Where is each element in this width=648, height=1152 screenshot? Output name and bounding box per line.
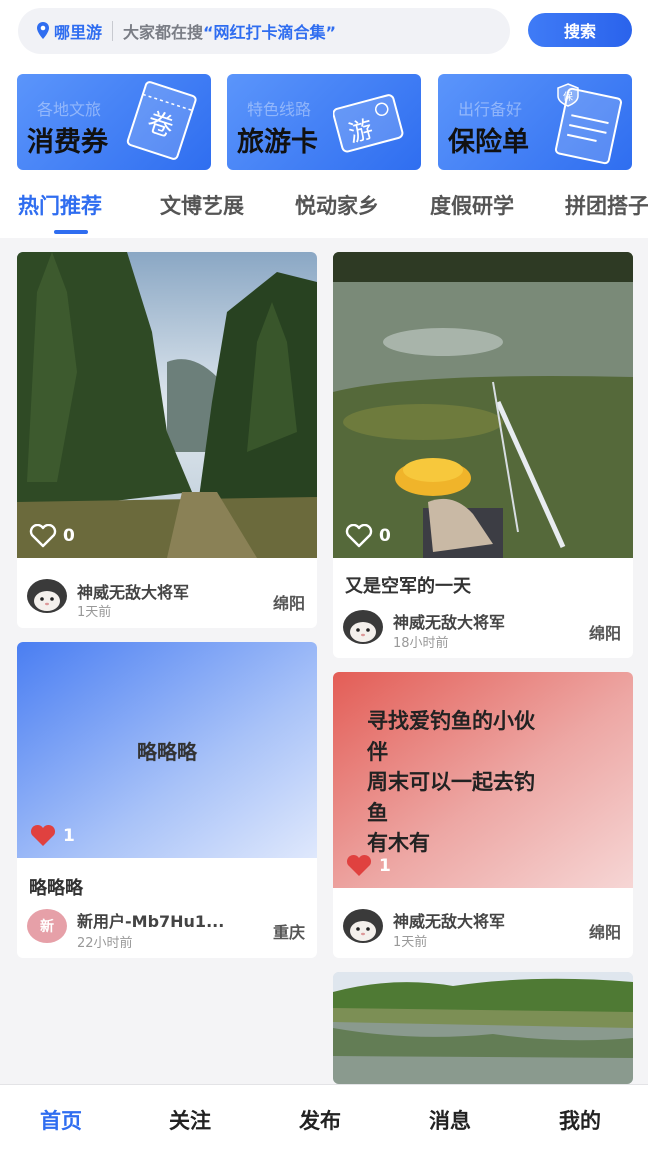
heart-outline-icon <box>29 524 57 548</box>
post-time: 22小时前 <box>77 936 133 951</box>
nav-publish[interactable]: 发布 <box>299 1105 341 1135</box>
avatar[interactable] <box>343 909 383 943</box>
category-tabs: 热门推荐 文博艺展 悦动家乡 度假研学 拼团搭子 <box>0 190 648 234</box>
city-label: 绵阳 <box>588 923 621 942</box>
hot-search-term: “网红打卡滴合集” <box>203 23 337 42</box>
city-label: 绵阳 <box>588 624 621 643</box>
city-label: 重庆 <box>272 923 305 942</box>
tab-group-buddy[interactable]: 拼团搭子 <box>565 190 648 220</box>
location-pin-icon <box>37 22 49 39</box>
service-card-insurance[interactable]: 出行备好 保险单 保 <box>438 74 632 170</box>
hot-search-prefix: 大家都在搜 <box>123 23 204 42</box>
post-cover-text: 寻找爱钓鱼的小伙 伴 周末可以一起去钓 鱼 有木有 <box>367 706 607 859</box>
like-count: 1 <box>379 856 391 876</box>
rabbit-avatar-icon <box>27 579 67 613</box>
cover-text-line: 鱼 <box>367 800 388 825</box>
avatar[interactable] <box>27 579 67 613</box>
like-button[interactable]: 1 <box>345 854 391 878</box>
heart-filled-icon <box>30 824 56 846</box>
avatar[interactable]: 新 <box>27 909 67 943</box>
tab-hot-recommend[interactable]: 热门推荐 <box>18 190 102 220</box>
service-subtitle: 特色线路 <box>247 100 312 119</box>
post-card[interactable]: 0 神威无敌大将军 1天前 绵阳 <box>17 252 317 628</box>
post-cover-image <box>333 252 633 558</box>
tab-vacation-study[interactable]: 度假研学 <box>430 190 514 220</box>
like-count: 1 <box>63 826 75 846</box>
nav-follow[interactable]: 关注 <box>169 1105 211 1135</box>
like-button[interactable]: 1 <box>29 824 75 848</box>
service-card-coupon[interactable]: 各地文旅 消费券 卷 <box>17 74 211 170</box>
author-name[interactable]: 神威无敌大将军 <box>393 908 543 932</box>
post-title[interactable]: 又是空军的一天 <box>345 572 471 598</box>
author-name[interactable]: 神威无敌大将军 <box>77 579 227 603</box>
tab-hometown-sports[interactable]: 悦动家乡 <box>295 190 379 220</box>
post-title[interactable]: 略略略 <box>29 874 83 900</box>
post-cover-image <box>333 972 633 1084</box>
cover-text-line: 寻找爱钓鱼的小伙 <box>367 709 535 733</box>
shield-icon-text: 保 <box>563 90 573 103</box>
travel-card-icon: 游 <box>333 94 404 153</box>
service-title: 消费券 <box>27 127 108 158</box>
like-count: 0 <box>379 526 391 546</box>
post-card[interactable] <box>333 972 633 1084</box>
cover-text-line: 伴 <box>367 739 388 764</box>
post-time: 1天前 <box>77 605 112 620</box>
service-subtitle: 出行备好 <box>458 100 523 119</box>
like-button[interactable]: 0 <box>29 524 75 548</box>
service-title: 保险单 <box>448 127 529 158</box>
search-button[interactable]: 搜索 <box>528 13 632 47</box>
rabbit-avatar-icon <box>343 909 383 943</box>
nav-home[interactable]: 首页 <box>40 1105 82 1135</box>
search-bar[interactable]: 哪里游 大家都在搜 “网红打卡滴合集” <box>18 8 510 54</box>
insurance-doc-icon: 保 <box>554 83 623 165</box>
post-card[interactable]: 寻找爱钓鱼的小伙 伴 周末可以一起去钓 鱼 有木有 1 神威无敌大将军 1天前 … <box>333 672 633 958</box>
rabbit-avatar-icon <box>343 610 383 644</box>
ticket-icon: 卷 <box>126 81 197 160</box>
location-label[interactable]: 哪里游 <box>54 19 102 43</box>
divider <box>112 21 114 41</box>
post-cover-image <box>17 252 317 558</box>
post-card[interactable]: 0 又是空军的一天 神威无敌大将军 18小时前 绵阳 <box>333 252 633 658</box>
post-time: 1天前 <box>393 935 428 950</box>
author-name[interactable]: 新用户-Mb7Hu1... <box>77 908 257 932</box>
nav-messages[interactable]: 消息 <box>429 1105 471 1135</box>
post-time: 18小时前 <box>393 636 449 651</box>
avatar[interactable] <box>343 610 383 644</box>
heart-filled-icon <box>346 854 372 876</box>
author-name[interactable]: 神威无敌大将军 <box>393 609 543 633</box>
like-button[interactable]: 0 <box>345 524 391 548</box>
heart-outline-icon <box>345 524 373 548</box>
cover-text-line: 有木有 <box>367 831 430 855</box>
cover-text-line: 周末可以一起去钓 <box>367 770 535 794</box>
nav-profile[interactable]: 我的 <box>559 1105 601 1135</box>
service-title: 旅游卡 <box>237 127 318 158</box>
post-card[interactable]: 略略略 1 略略略 新 新用户-Mb7Hu1... 22小时前 重庆 <box>17 642 317 958</box>
active-tab-indicator <box>54 230 88 234</box>
service-subtitle: 各地文旅 <box>37 100 102 119</box>
city-label: 绵阳 <box>272 594 305 613</box>
service-card-travel-card[interactable]: 特色线路 旅游卡 游 <box>227 74 421 170</box>
post-feed[interactable]: 0 神威无敌大将军 1天前 绵阳 略略略 1 略略略 新 新用户-Mb7Hu1.… <box>0 238 648 1084</box>
like-count: 0 <box>63 526 75 546</box>
bottom-nav: 首页 关注 发布 消息 我的 <box>0 1084 648 1152</box>
tab-museum-exhibition[interactable]: 文博艺展 <box>160 190 244 220</box>
